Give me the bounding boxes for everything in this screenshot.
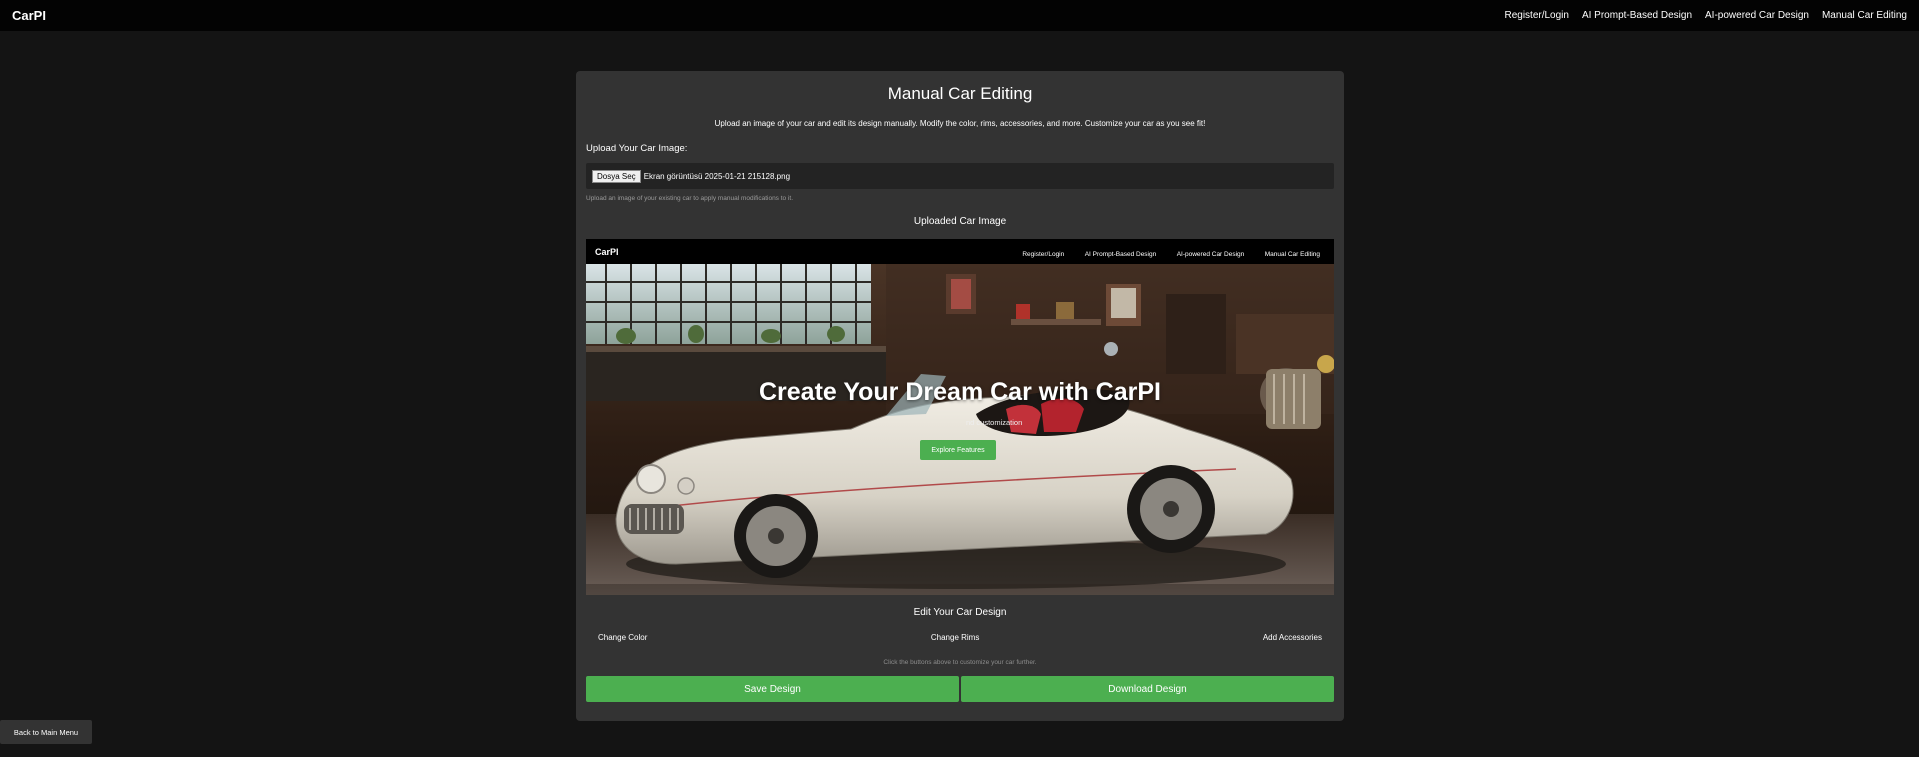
save-design-button[interactable]: Save Design <box>586 676 959 702</box>
brand-logo[interactable]: CarPI <box>12 8 46 23</box>
nav-register-login[interactable]: Register/Login <box>1504 10 1568 21</box>
preview-link: AI Prompt-Based Design <box>1084 250 1157 258</box>
uploaded-car-image: CarPI Register/Login AI Prompt-Based Des… <box>586 239 1334 595</box>
edit-options: Change Color Change Rims Add Accessories <box>586 633 1334 645</box>
edit-design-heading: Edit Your Car Design <box>913 607 1007 618</box>
preview-link: AI-powered Car Design <box>1176 250 1245 258</box>
nav-ai-powered-design[interactable]: AI-powered Car Design <box>1705 10 1809 21</box>
page-title: Manual Car Editing <box>887 84 1033 103</box>
page-description: Upload an image of your car and edit its… <box>714 119 1206 128</box>
download-design-button[interactable]: Download Design <box>961 676 1334 702</box>
choose-file-button[interactable]: Dosya Seç <box>592 169 641 183</box>
uploaded-image-heading: Uploaded Car Image <box>913 216 1007 227</box>
nav-manual-editing[interactable]: Manual Car Editing <box>1822 10 1907 21</box>
nav-ai-prompt-design[interactable]: AI Prompt-Based Design <box>1582 10 1692 21</box>
preview-brand: CarPI <box>595 246 619 257</box>
upload-hint: Upload an image of your existing car to … <box>586 195 794 202</box>
selected-file-name: Ekran görüntüsü 2025-01-21 215128.png <box>643 171 791 181</box>
preview-navbar: CarPI Register/Login AI Prompt-Based Des… <box>586 239 1334 264</box>
change-color-button[interactable]: Change Color <box>598 633 647 645</box>
back-to-main-menu-button[interactable]: Back to Main Menu <box>0 720 92 744</box>
preview-nav-links: Register/Login AI Prompt-Based Design AI… <box>1006 243 1320 261</box>
top-navbar: CarPI Register/Login AI Prompt-Based Des… <box>0 0 1919 31</box>
change-rims-button[interactable]: Change Rims <box>931 633 979 645</box>
manual-editing-card: Manual Car Editing Upload an image of yo… <box>576 71 1344 721</box>
preview-hero-title: Create Your Dream Car with CarPI <box>759 378 1161 406</box>
preview-link: Register/Login <box>1022 250 1065 258</box>
action-buttons: Save Design Download Design <box>586 676 1334 702</box>
preview-explore-button: Explore Features <box>920 440 996 460</box>
preview-link: Manual Car Editing <box>1264 250 1320 258</box>
preview-hero-subtitle: nd customization <box>966 418 1023 427</box>
upload-label: Upload Your Car Image: <box>586 143 688 154</box>
nav-menu: Register/Login AI Prompt-Based Design AI… <box>1491 10 1907 21</box>
file-input[interactable]: Dosya Seç Ekran görüntüsü 2025-01-21 215… <box>586 163 1334 189</box>
garage-car-photo <box>586 264 1334 595</box>
edit-hint: Click the buttons above to customize you… <box>883 659 1037 666</box>
add-accessories-button[interactable]: Add Accessories <box>1263 633 1322 645</box>
